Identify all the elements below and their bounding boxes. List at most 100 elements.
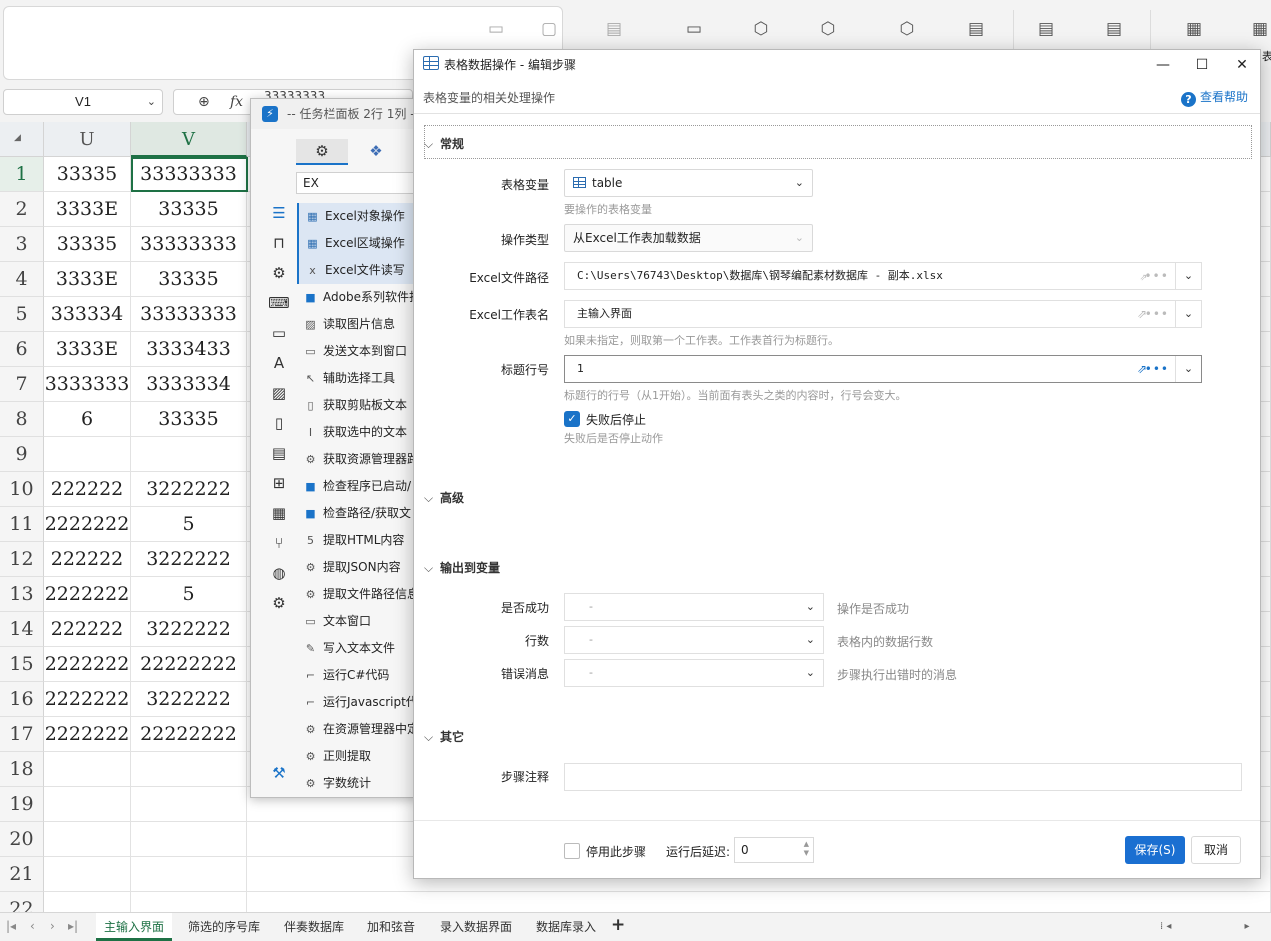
row-header[interactable]: 17: [0, 717, 44, 752]
chevron-down-icon[interactable]: ⌄: [1175, 301, 1201, 327]
row-header[interactable]: 6: [0, 332, 44, 367]
task-item[interactable]: 5 提取HTML内容: [297, 527, 419, 554]
script-icon[interactable]: ▢: [538, 18, 560, 40]
row-header[interactable]: 22: [0, 892, 44, 912]
fx-icon[interactable]: fx: [230, 90, 243, 114]
prev-sheet-icon[interactable]: ‹: [30, 919, 35, 933]
section-general-header[interactable]: [424, 125, 1252, 159]
cell[interactable]: [131, 752, 247, 787]
row-header[interactable]: 16: [0, 682, 44, 717]
disable-step-checkbox[interactable]: [564, 843, 580, 859]
more-icon[interactable]: •••: [1145, 301, 1169, 327]
windows-icon[interactable]: ⊞: [265, 473, 293, 493]
cell[interactable]: 6: [44, 402, 131, 437]
sheet-tab[interactable]: 伴奏数据库: [276, 913, 352, 941]
clipboard-icon[interactable]: ▯: [265, 413, 293, 433]
task-item[interactable]: ▦ Excel对象操作: [297, 203, 419, 230]
task-item[interactable]: ■ 检查路径/获取文: [297, 500, 419, 527]
task-item[interactable]: ▭ 文本窗口: [297, 608, 419, 635]
task-item[interactable]: ▯ 获取剪贴板文本: [297, 392, 419, 419]
cell[interactable]: 3222222: [131, 682, 247, 717]
header-row-input[interactable]: 1 ⇗ ••• ⌄: [564, 355, 1202, 383]
task-item[interactable]: ⚙ 正则提取: [297, 743, 419, 770]
output-success-select[interactable]: - ⌄: [564, 593, 824, 621]
cell[interactable]: 222222: [44, 542, 131, 577]
chevron-down-icon[interactable]: ⌄: [147, 90, 156, 114]
cell[interactable]: 33335: [131, 262, 247, 297]
cell[interactable]: 3222222: [131, 472, 247, 507]
task-item[interactable]: ▦ Excel区域操作: [297, 230, 419, 257]
cell[interactable]: 222222: [44, 472, 131, 507]
list-icon[interactable]: ☰: [265, 203, 293, 223]
js-cube-icon[interactable]: ⬡: [896, 18, 918, 40]
tab-plugins[interactable]: ❖: [361, 139, 391, 165]
cell[interactable]: 5: [131, 577, 247, 612]
cell[interactable]: 3333E: [44, 332, 131, 367]
wrench-icon[interactable]: ⚒: [265, 763, 293, 783]
task-item[interactable]: ⚙ 获取资源管理器路: [297, 446, 419, 473]
cell[interactable]: 5: [131, 507, 247, 542]
task-item[interactable]: ⚙ 提取文件路径信息: [297, 581, 419, 608]
output-error-select[interactable]: - ⌄: [564, 659, 824, 687]
cell[interactable]: [131, 822, 247, 857]
tab-settings-gears[interactable]: ⚙: [296, 139, 348, 165]
row-header[interactable]: 3: [0, 227, 44, 262]
row-header[interactable]: 10: [0, 472, 44, 507]
table-icon[interactable]: ▦: [1249, 18, 1271, 40]
code-window-icon[interactable]: ▤: [965, 18, 987, 40]
layout-icon[interactable]: ▦: [1183, 18, 1205, 40]
cell[interactable]: [44, 752, 131, 787]
horizontal-scroll-arrows[interactable]: ⁞ ◂ ▸: [1160, 921, 1250, 932]
cell[interactable]: 333334: [44, 297, 131, 332]
cell[interactable]: 2222222: [44, 717, 131, 752]
section-advanced[interactable]: ⌵ 高级: [424, 489, 464, 506]
cell[interactable]: 3333E: [44, 192, 131, 227]
cell[interactable]: 3333433: [131, 332, 247, 367]
cell[interactable]: 3222222: [131, 542, 247, 577]
last-sheet-icon[interactable]: ▸|: [68, 919, 78, 933]
grid-icon[interactable]: ▦: [265, 503, 293, 523]
edit-doc-icon[interactable]: ▤: [1035, 18, 1057, 40]
cancel-button[interactable]: 取消: [1191, 836, 1241, 864]
cell[interactable]: [44, 892, 131, 912]
sheet-name-input[interactable]: 主输入界面 ⇗ ••• ⌄: [564, 300, 1202, 328]
cell[interactable]: 3333334: [131, 367, 247, 402]
cell[interactable]: 2222222: [44, 577, 131, 612]
row-header[interactable]: 21: [0, 857, 44, 892]
row-header[interactable]: 4: [0, 262, 44, 297]
step-note-input[interactable]: [564, 763, 1242, 791]
cell[interactable]: 3222222: [131, 612, 247, 647]
task-item[interactable]: ⚙ 提取JSON内容: [297, 554, 419, 581]
sheet-tab[interactable]: 主输入界面: [96, 913, 173, 941]
output-rows-select[interactable]: - ⌄: [564, 626, 824, 654]
cell[interactable]: [44, 857, 131, 892]
branch-icon[interactable]: ⑂: [265, 533, 293, 553]
cell[interactable]: 33333333: [131, 297, 247, 332]
excel-path-input[interactable]: C:\Users\76743\Desktop\数据库\钢琴编配素材数据库 - 副…: [564, 262, 1202, 290]
task-item[interactable]: I 获取选中的文本: [297, 419, 419, 446]
row-header[interactable]: 1: [0, 157, 44, 192]
cell[interactable]: [44, 437, 131, 472]
first-sheet-icon[interactable]: |◂: [6, 919, 16, 933]
chevron-down-icon[interactable]: ⌄: [1175, 263, 1201, 289]
globe-icon[interactable]: ◍: [265, 563, 293, 583]
row-header[interactable]: 2: [0, 192, 44, 227]
minimize-button[interactable]: —: [1149, 54, 1177, 76]
image-icon[interactable]: ▨: [265, 383, 293, 403]
cell[interactable]: 222222: [44, 612, 131, 647]
cell[interactable]: 2222222: [44, 647, 131, 682]
stop-on-fail-checkbox[interactable]: ✓: [564, 411, 580, 427]
row-header[interactable]: 8: [0, 402, 44, 437]
row-header[interactable]: 9: [0, 437, 44, 472]
task-item[interactable]: ⌐ 运行Javascript代: [297, 689, 419, 716]
table-variable-select[interactable]: table ⌄: [564, 169, 813, 197]
cell[interactable]: [44, 787, 131, 822]
row-header[interactable]: 5: [0, 297, 44, 332]
sheet-tab[interactable]: 筛选的序号库: [180, 913, 268, 941]
cell[interactable]: 2222222: [44, 682, 131, 717]
task-item[interactable]: ■ 检查程序已启动/: [297, 473, 419, 500]
more-icon[interactable]: •••: [1144, 263, 1169, 289]
save-button[interactable]: 保存(S): [1125, 836, 1185, 864]
task-panel[interactable]: -- 任务栏面板 2行 1列 - ⚡ ⚙ ❖ EX ☰ ⊓ ⚙ ⌨ ▭ A ▨ …: [250, 98, 420, 798]
row-header[interactable]: 11: [0, 507, 44, 542]
